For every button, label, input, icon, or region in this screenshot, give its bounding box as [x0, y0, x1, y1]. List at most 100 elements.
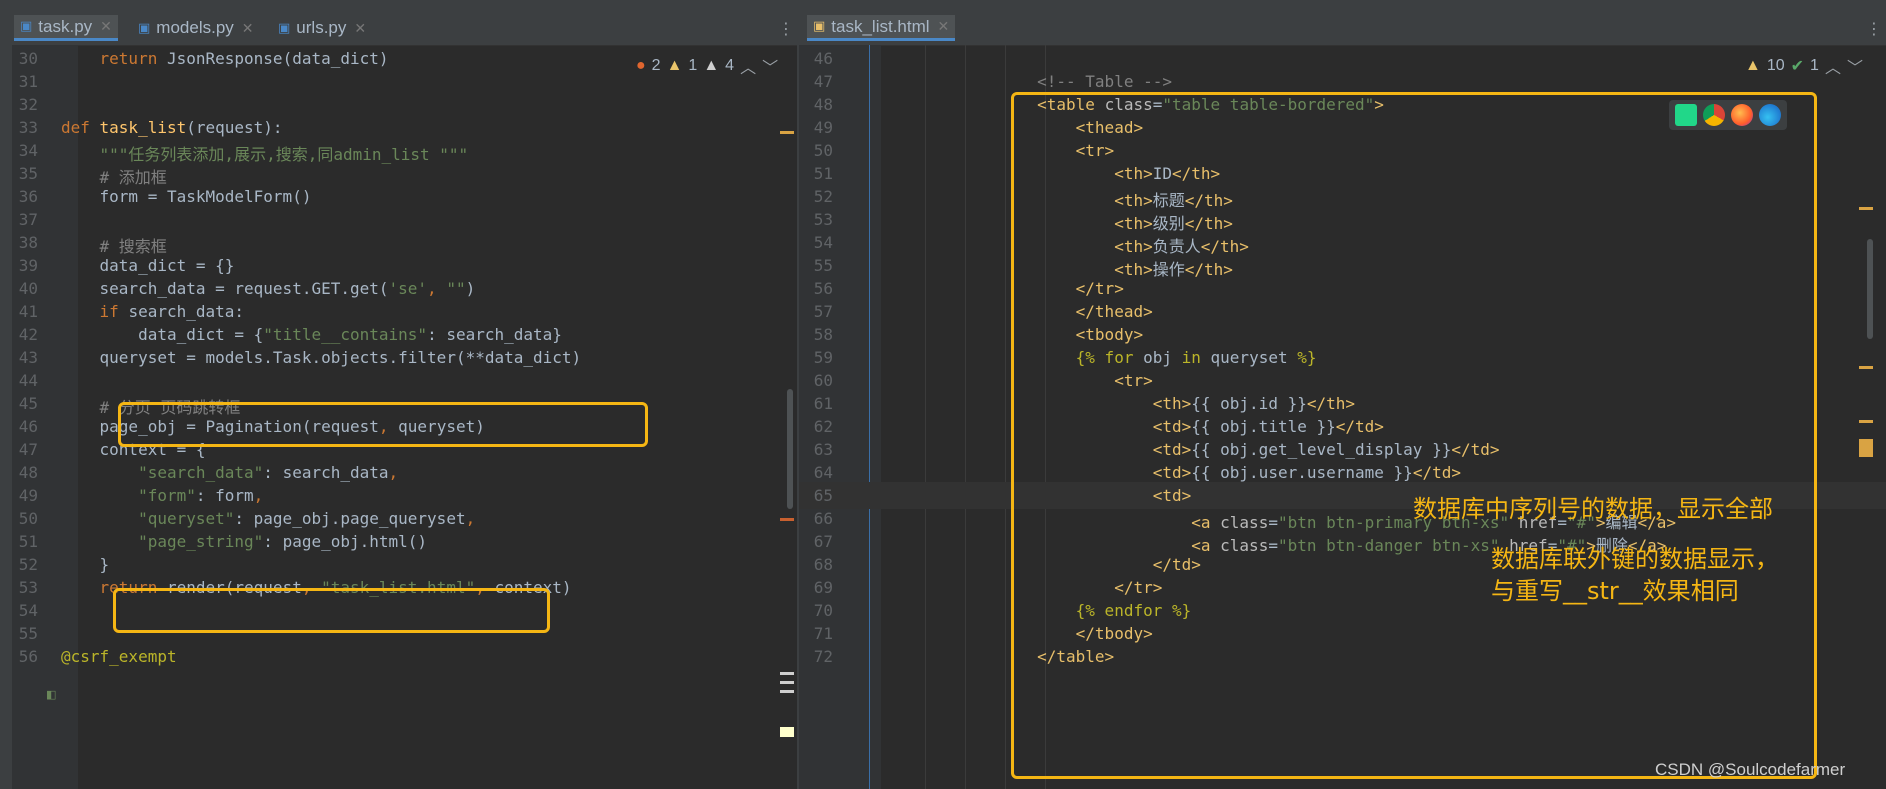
line-number[interactable]: 37	[12, 210, 38, 229]
tab-models-py[interactable]: ▣ models.py ✕	[132, 15, 260, 41]
annotation-serial-data: 数据库中序列号的数据，显示全部	[1413, 495, 1773, 523]
warning-marker[interactable]	[1859, 439, 1873, 457]
left-tab-bar: ▣ task.py ✕ ▣ models.py ✕ ▣ urls.py ✕ ⋮	[0, 9, 797, 46]
line-number[interactable]: 52	[12, 555, 38, 574]
close-icon[interactable]: ✕	[100, 18, 112, 35]
python-file-icon: ▣	[20, 19, 33, 34]
line-number[interactable]: 53	[12, 578, 38, 597]
line-number[interactable]: 56	[799, 279, 833, 298]
warning-marker[interactable]	[780, 131, 794, 134]
marker[interactable]	[780, 690, 794, 693]
line-number[interactable]: 43	[12, 348, 38, 367]
warning-marker[interactable]	[1859, 207, 1873, 210]
line-number[interactable]: 70	[799, 601, 833, 620]
scrollbar[interactable]	[1867, 239, 1873, 339]
line-number[interactable]: 45	[12, 394, 38, 413]
line-number[interactable]: 66	[799, 509, 833, 528]
html-navigate-icon[interactable]: ◧	[46, 688, 56, 701]
line-number[interactable]: 58	[799, 325, 833, 344]
line-number[interactable]: 71	[799, 624, 833, 643]
python-file-icon: ▣	[278, 20, 291, 36]
marker[interactable]	[780, 681, 794, 684]
code-text[interactable]: data_dict = {}	[61, 256, 235, 275]
line-number[interactable]: 61	[799, 394, 833, 413]
line-number[interactable]: 56	[12, 647, 38, 666]
line-number[interactable]: 55	[799, 256, 833, 275]
line-number[interactable]: 59	[799, 348, 833, 367]
line-number[interactable]: 38	[12, 233, 38, 252]
line-number[interactable]: 39	[12, 256, 38, 275]
code-text[interactable]: data_dict = {"title__contains": search_d…	[61, 325, 562, 344]
line-number[interactable]: 32	[12, 95, 38, 114]
line-number[interactable]: 48	[799, 95, 833, 114]
line-number[interactable]: 54	[12, 601, 38, 620]
error-marker[interactable]	[780, 518, 794, 521]
line-number[interactable]: 42	[12, 325, 38, 344]
line-number[interactable]: 51	[12, 532, 38, 551]
annotation-foreign-key: 数据库联外键的数据显示，	[1491, 545, 1779, 573]
line-number[interactable]: 53	[799, 210, 833, 229]
line-number[interactable]: 64	[799, 463, 833, 482]
line-number[interactable]: 49	[799, 118, 833, 137]
code-text[interactable]: "form": form,	[61, 486, 263, 505]
line-number[interactable]: 46	[799, 49, 833, 68]
line-number[interactable]: 33	[12, 118, 38, 137]
code-text[interactable]: "queryset": page_obj.page_queryset,	[61, 509, 475, 528]
code-text[interactable]: @csrf_exempt	[61, 647, 177, 666]
line-number[interactable]: 68	[799, 555, 833, 574]
scrollbar[interactable]	[787, 389, 793, 509]
code-text[interactable]: if search_data:	[61, 302, 245, 321]
close-icon[interactable]: ✕	[354, 20, 366, 37]
line-number[interactable]: 63	[799, 440, 833, 459]
close-icon[interactable]: ✕	[938, 18, 950, 35]
code-text[interactable]: "search_data": search_data,	[61, 463, 398, 482]
code-text[interactable]: "page_string": page_obj.html()	[61, 532, 427, 551]
more-vertical-icon[interactable]: ⋮	[778, 19, 794, 38]
tab-task-list-html[interactable]: ▣ task_list.html ✕	[807, 15, 956, 41]
line-number[interactable]: 50	[12, 509, 38, 528]
code-line[interactable]: 56 @csrf_exempt	[0, 643, 797, 670]
left-editor-pane[interactable]: ▣ task.py ✕ ▣ models.py ✕ ▣ urls.py ✕ ⋮ …	[0, 9, 797, 789]
line-number[interactable]: 48	[12, 463, 38, 482]
more-vertical-icon[interactable]: ⋮	[1866, 19, 1882, 38]
tab-urls-py[interactable]: ▣ urls.py ✕	[272, 15, 372, 41]
line-number[interactable]: 31	[12, 72, 38, 91]
line-number[interactable]: 47	[799, 72, 833, 91]
line-number[interactable]: 54	[799, 233, 833, 252]
line-number[interactable]: 44	[12, 371, 38, 390]
code-text[interactable]: <!-- Table -->	[883, 72, 1172, 91]
line-number[interactable]: 69	[799, 578, 833, 597]
line-number[interactable]: 67	[799, 532, 833, 551]
code-text[interactable]: queryset = models.Task.objects.filter(**…	[61, 348, 582, 367]
tab-task-py[interactable]: ▣ task.py ✕	[14, 15, 118, 41]
line-number[interactable]: 41	[12, 302, 38, 321]
code-text[interactable]: }	[61, 555, 110, 574]
code-text[interactable]: return JsonResponse(data_dict)	[61, 49, 389, 68]
line-number[interactable]: 72	[799, 647, 833, 666]
line-number[interactable]: 52	[799, 187, 833, 206]
warning-marker[interactable]	[1859, 366, 1873, 369]
line-number[interactable]: 49	[12, 486, 38, 505]
marker[interactable]	[780, 727, 794, 737]
marker[interactable]	[780, 672, 794, 675]
close-icon[interactable]: ✕	[242, 20, 254, 37]
line-number[interactable]: 40	[12, 279, 38, 298]
line-number[interactable]: 30	[12, 49, 38, 68]
line-number[interactable]: 36	[12, 187, 38, 206]
line-number[interactable]: 34	[12, 141, 38, 160]
line-number[interactable]: 60	[799, 371, 833, 390]
line-number[interactable]: 62	[799, 417, 833, 436]
watermark: CSDN @Soulcodefarmer	[1655, 760, 1846, 779]
line-number[interactable]: 46	[12, 417, 38, 436]
line-number[interactable]: 47	[12, 440, 38, 459]
code-text[interactable]: def task_list(request):	[61, 118, 283, 137]
code-text[interactable]: search_data = request.GET.get('se', "")	[61, 279, 476, 298]
line-number[interactable]: 65	[799, 486, 833, 505]
line-number[interactable]: 55	[12, 624, 38, 643]
line-number[interactable]: 50	[799, 141, 833, 160]
line-number[interactable]: 57	[799, 302, 833, 321]
warning-marker[interactable]	[1859, 420, 1873, 423]
code-text[interactable]: form = TaskModelForm()	[61, 187, 312, 206]
line-number[interactable]: 51	[799, 164, 833, 183]
line-number[interactable]: 35	[12, 164, 38, 183]
